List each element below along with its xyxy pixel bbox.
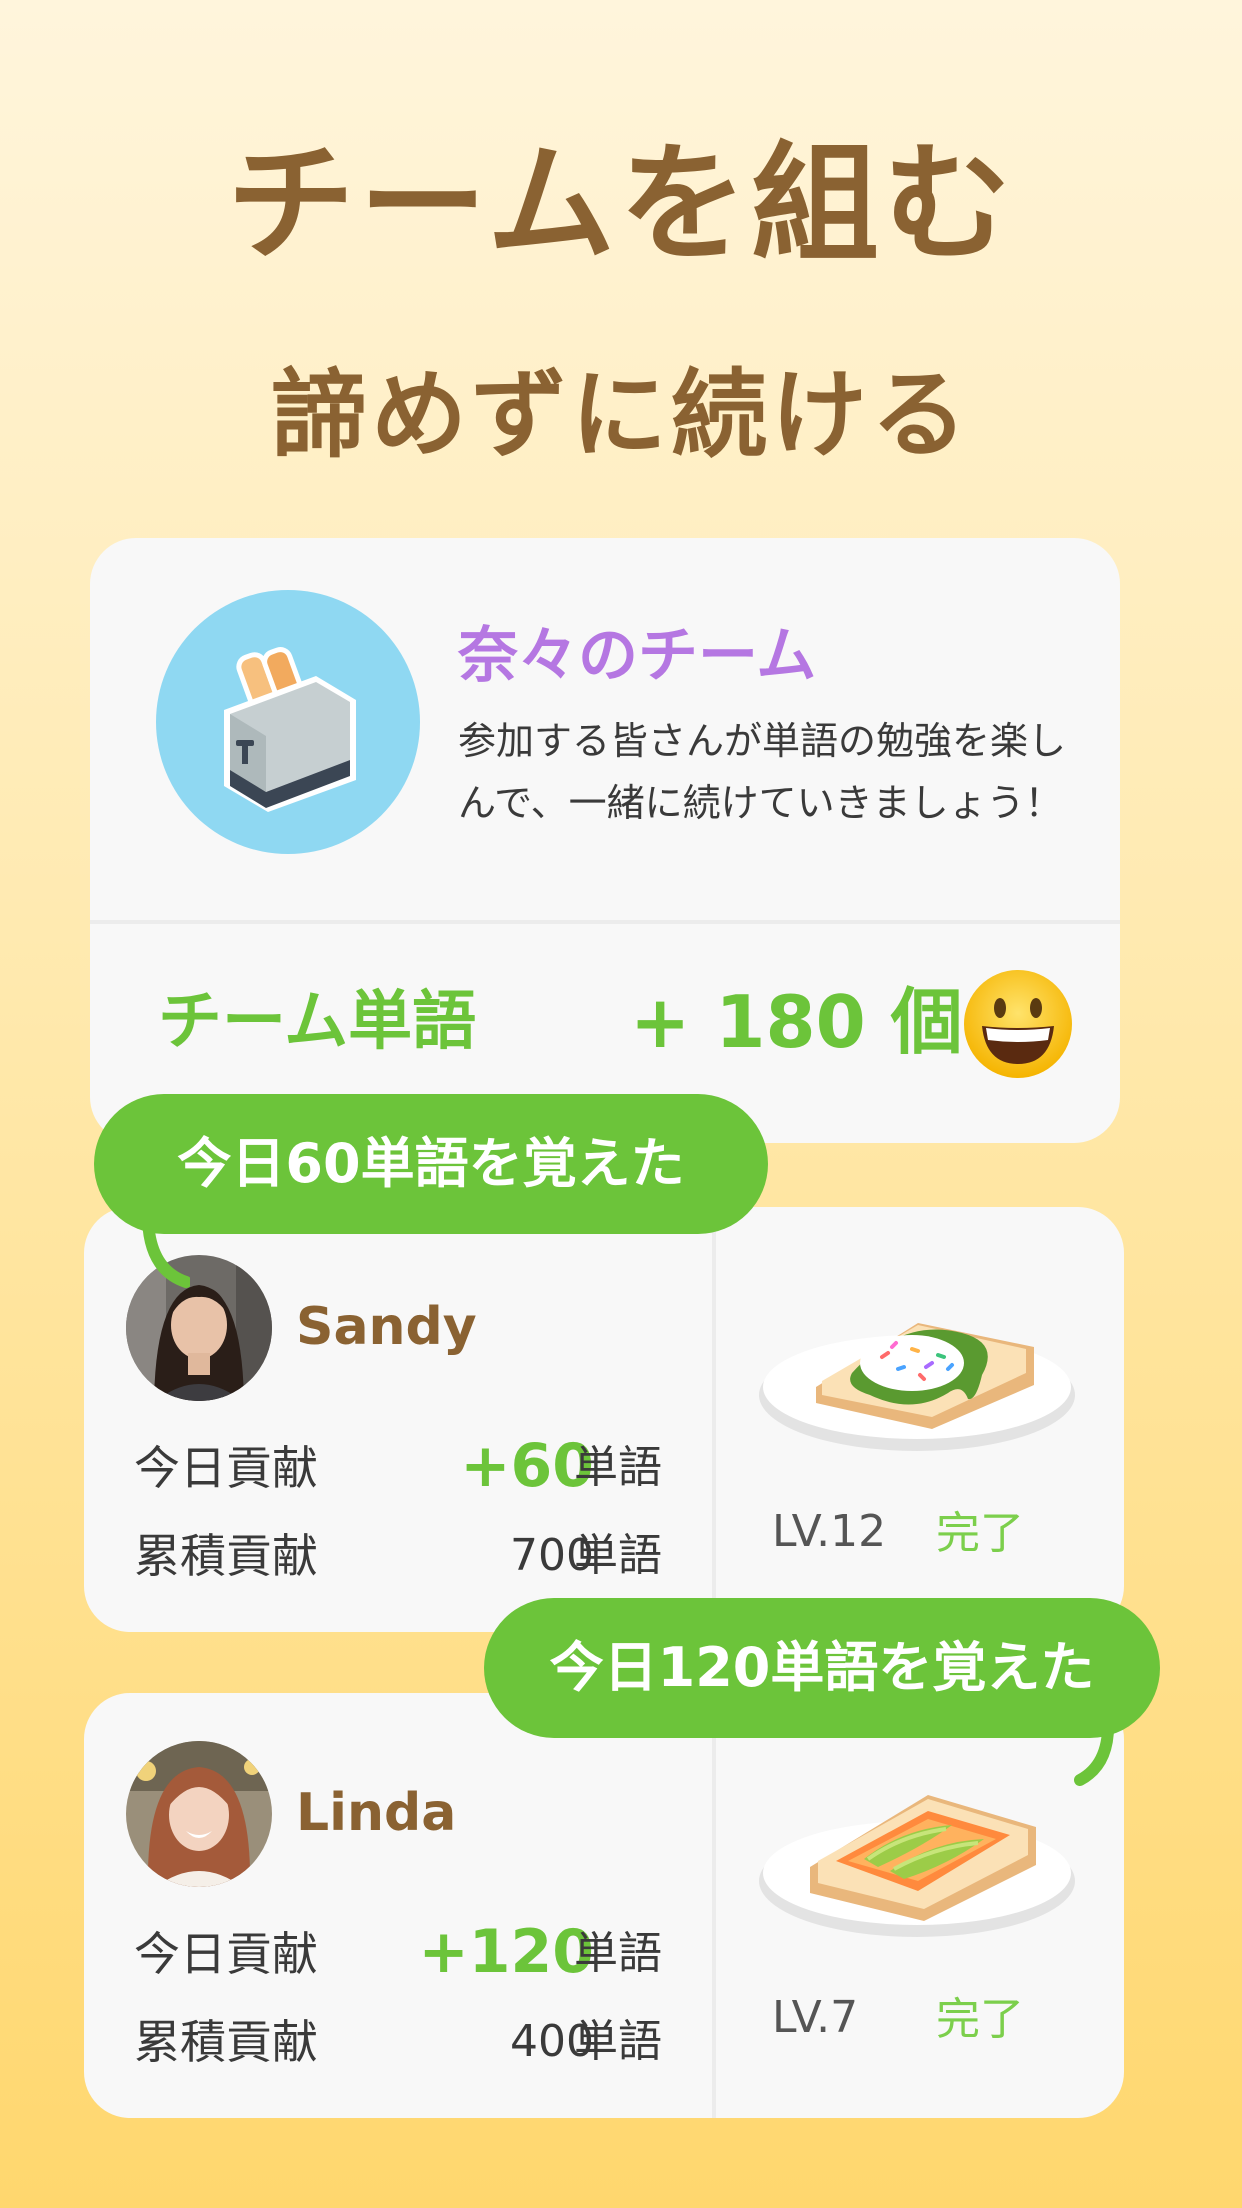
team-avatar	[156, 590, 420, 854]
team-words-value: + 180 個	[630, 980, 963, 1064]
total-contribution-label: 累積貢献	[134, 2015, 318, 2069]
unit-label: 単語	[574, 2016, 662, 2067]
divider	[712, 1693, 716, 2118]
total-contribution-label: 累積貢献	[134, 1529, 318, 1583]
bubble-tail	[1074, 1720, 1115, 1786]
avocado-salmon-toast-icon	[759, 1795, 1075, 1937]
speech-bubble: 今日120単語を覚えた	[484, 1598, 1160, 1738]
divider	[712, 1207, 716, 1632]
divider	[90, 920, 1120, 924]
today-contribution-value: +120	[418, 1917, 594, 1987]
bubble-tail	[142, 1220, 190, 1288]
status-badge: 完了	[936, 1508, 1024, 1559]
page-title: チームを組む	[226, 130, 1016, 279]
level-label: LV.12	[772, 1506, 887, 1557]
member-name: Linda	[296, 1783, 457, 1843]
speech-bubble: 今日60単語を覚えた	[94, 1094, 768, 1234]
member-card[interactable]: Sandy 今日貢献 +60 単語 累積貢献 700 単語 LV.12 完了	[84, 1207, 1124, 1632]
today-contribution-label: 今日貢献	[134, 1441, 318, 1495]
level-label: LV.7	[772, 1992, 859, 2043]
member-name: Sandy	[296, 1297, 477, 1357]
today-contribution-label: 今日貢献	[134, 1927, 318, 1981]
team-name: 奈々のチーム	[458, 621, 817, 691]
avatar	[126, 1741, 272, 1887]
toaster-icon	[224, 647, 356, 812]
unit-label: 単語	[574, 1530, 662, 1581]
team-words-label: チーム単語	[158, 985, 477, 1059]
team-card[interactable]: 奈々のチーム 参加する皆さんが単語の勉強を楽しんで、一緒に続けていきましょう！ …	[90, 538, 1120, 1143]
team-description: 参加する皆さんが単語の勉強を楽しんで、一緒に続けていきましょう！	[458, 719, 1067, 825]
member-card[interactable]: Linda 今日貢献 +120 単語 累積貢献 400 単語 LV.7 完了	[84, 1693, 1124, 2118]
page-subtitle: 諦めずに続ける	[271, 359, 971, 471]
matcha-toast-icon	[759, 1323, 1075, 1451]
unit-label: 単語	[574, 1442, 662, 1493]
grinning-face-icon	[964, 970, 1072, 1078]
status-badge: 完了	[936, 1994, 1024, 2045]
unit-label: 単語	[574, 1928, 662, 1979]
